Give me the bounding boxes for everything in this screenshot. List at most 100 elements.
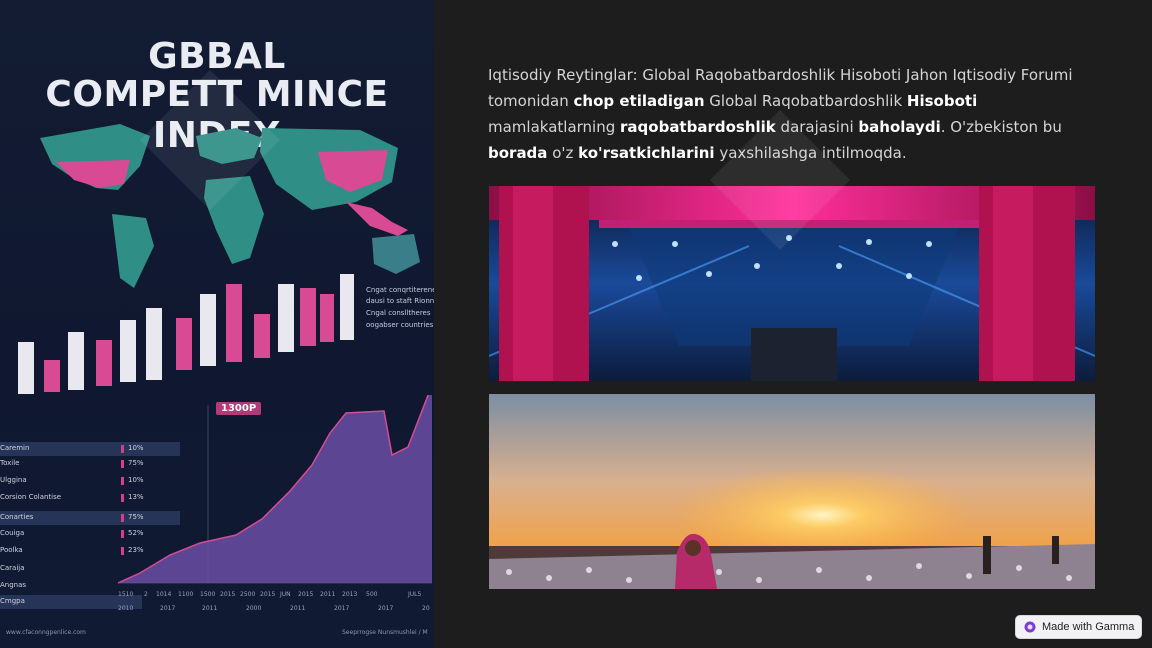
x-tick: 2015 [298, 591, 314, 598]
bar-7 [176, 318, 192, 370]
x-tick: JUN [280, 591, 291, 598]
x-tick: 2015 [220, 591, 236, 598]
para-text: darajasini [775, 118, 859, 136]
side-note-1: Cngat conqrtiterene [366, 286, 434, 294]
row-pct: 13% [128, 493, 144, 501]
row-label: Caremin [0, 444, 30, 452]
map-southeast-asia [346, 202, 408, 236]
x-tick: 2017 [378, 605, 394, 612]
row-pct: 52% [128, 529, 144, 537]
para-bold: chop etiladigan [573, 92, 705, 110]
para-bold: Hisoboti [906, 92, 978, 110]
row-pct: 23% [128, 546, 144, 554]
row-marker [121, 445, 124, 453]
bar-5 [120, 320, 136, 382]
bar-14 [340, 274, 354, 340]
row-label: Toxile [0, 459, 20, 467]
x-tick: 2017 [160, 605, 176, 612]
x-tick: 500 [366, 591, 378, 598]
bar-1 [18, 342, 34, 394]
highlight-tag: 1300P [216, 402, 262, 415]
bar-10 [254, 314, 270, 358]
para-text: Global Raqobatbardoshlik [704, 92, 907, 110]
table-row: Toxile 75% [0, 457, 180, 471]
factory-image [489, 186, 1095, 381]
row-marker [121, 547, 124, 555]
para-text: mamlakatlarning [488, 118, 621, 136]
infographic-panel: GBBAL COMPETT MINCE INDEX Cngat conqrtit… [0, 0, 434, 648]
map-europe [196, 128, 262, 164]
row-marker [121, 494, 124, 502]
x-tick: 2017 [334, 605, 350, 612]
table-row: Caremin 10% [0, 442, 180, 456]
cotton-field-image [489, 394, 1095, 589]
x-tick: JUL5 [408, 591, 422, 598]
infographic-footer-right: Seeprrogse Nunsmushlei / M [342, 629, 428, 636]
map-australia [372, 234, 420, 274]
para-text: . O'zbekiston bu [940, 118, 1062, 136]
row-pct: 75% [128, 459, 144, 467]
para-text: yaxshilashga intilmoqda. [714, 144, 907, 162]
x-tick: 2011 [202, 605, 218, 612]
bar-2 [44, 360, 60, 392]
row-marker [121, 514, 124, 522]
row-marker [121, 530, 124, 538]
row-label: Poolka [0, 546, 23, 554]
bar-8 [200, 294, 216, 366]
table-row: Couiga 52% [0, 527, 180, 541]
para-bold: ko'rsatkichlarini [578, 144, 715, 162]
row-pct: 10% [128, 444, 144, 452]
bar-12 [300, 288, 316, 346]
row-pct: 75% [128, 513, 144, 521]
infographic-title-line1: GBBAL [148, 36, 286, 77]
gamma-logo-icon [1024, 621, 1036, 633]
x-tick: 2015 [260, 591, 276, 598]
row-pct: 10% [128, 476, 144, 484]
row-label: Angnas [0, 581, 27, 589]
x-tick: 2010 [118, 605, 134, 612]
table-row: Poolka 23% [0, 544, 180, 558]
bar-13 [320, 294, 334, 342]
side-note-2: dausi to staft Rionn [366, 297, 434, 305]
x-tick: 20 [422, 605, 430, 612]
x-tick: 1510 [118, 591, 134, 598]
x-tick: 2011 [290, 605, 306, 612]
row-label: Couiga [0, 529, 25, 537]
row-label: Conarties [0, 513, 34, 521]
infographic-footer-left: www.cfaconngpenlice.com [6, 629, 86, 636]
row-marker [121, 477, 124, 485]
side-note-3: Cngal conslltheres [366, 309, 431, 317]
bar-11 [278, 284, 294, 352]
x-tick: 1100 [178, 591, 194, 598]
x-tick: 2 [144, 591, 148, 598]
x-tick: 1500 [200, 591, 216, 598]
bar-4 [96, 340, 112, 386]
table-row: Angnas [0, 579, 180, 593]
row-label: Corsion Colantise [0, 493, 62, 501]
para-bold: raqobatbardoshlik [620, 118, 776, 136]
para-bold: borada [488, 144, 548, 162]
table-row: Ulggina 10% [0, 474, 180, 488]
para-text: o'z [547, 144, 579, 162]
x-tick: 2011 [320, 591, 336, 598]
x-tick: 2013 [342, 591, 358, 598]
bar-chart [18, 274, 354, 394]
map-africa [204, 176, 264, 264]
table-row: Corsion Colantise 13% [0, 491, 180, 505]
table-row: Conarties 75% [0, 511, 180, 525]
bar-9 [226, 284, 242, 362]
x-tick: 2500 [240, 591, 256, 598]
row-marker [121, 460, 124, 468]
x-tick: 2000 [246, 605, 262, 612]
bar-3 [68, 332, 84, 390]
row-label: Caraija [0, 564, 25, 572]
side-note-4: oogabser countries [366, 321, 434, 329]
table-row: Caraija [0, 562, 180, 576]
made-with-gamma-badge[interactable]: Made with Gamma [1015, 615, 1142, 639]
row-label: Ulggina [0, 476, 27, 484]
row-label: Cmgpa [0, 597, 25, 605]
body-paragraph: Iqtisodiy Reytinglar: Global Raqobatbard… [488, 62, 1100, 166]
para-bold: baholaydi [858, 118, 941, 136]
bar-6 [146, 308, 162, 380]
badge-label: Made with Gamma [1042, 621, 1135, 633]
